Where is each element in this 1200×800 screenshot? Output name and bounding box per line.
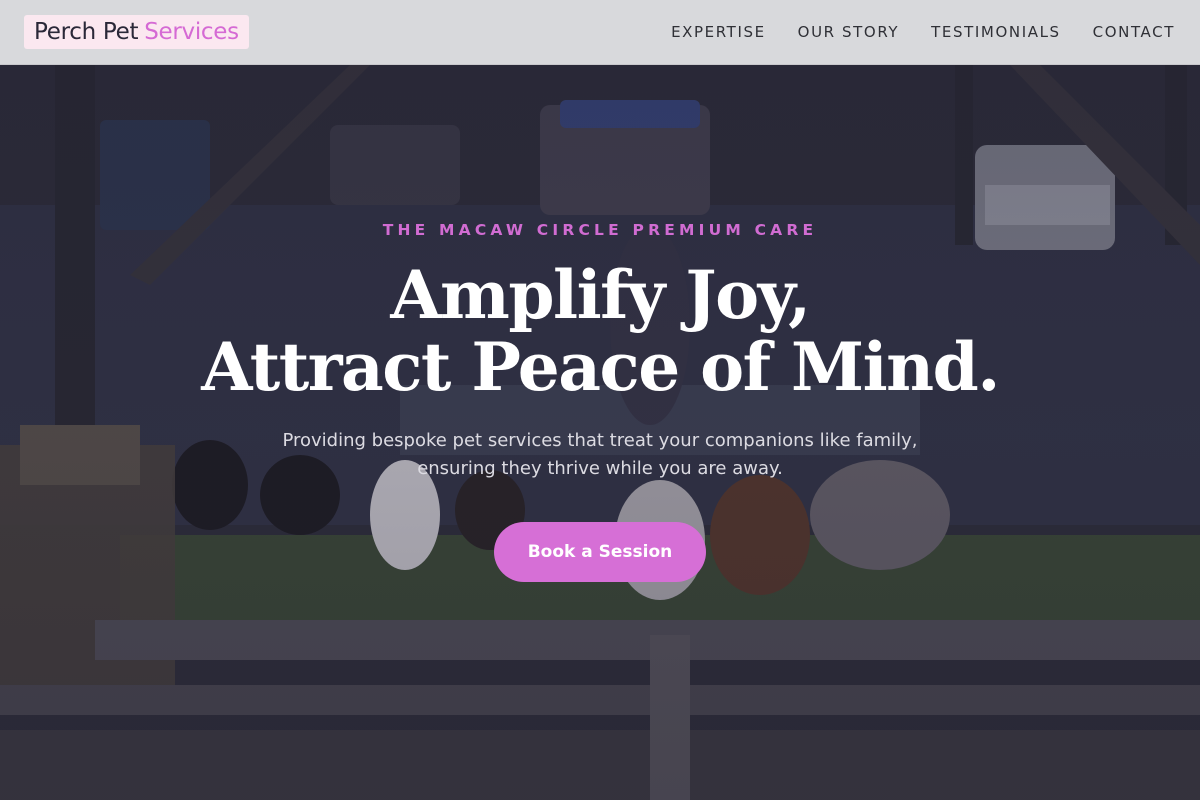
nav-link-our-story[interactable]: OUR STORY — [798, 23, 900, 41]
hero-headline: Amplify Joy, Attract Peace of Mind. — [0, 259, 1200, 403]
hero-headline-line1: Amplify Joy, — [390, 256, 811, 334]
hero-eyebrow: THE MACAW CIRCLE PREMIUM CARE — [382, 221, 818, 239]
site-logo[interactable]: Perch Pet Services — [24, 15, 249, 49]
top-navbar: Perch Pet Services EXPERTISE OUR STORY T… — [0, 0, 1200, 65]
hero-subtitle-line1: Providing bespoke pet services that trea… — [282, 430, 918, 451]
logo-text-primary: Perch Pet — [34, 19, 139, 45]
logo-text-accent: Services — [144, 19, 239, 45]
hero-subtitle: Providing bespoke pet services that trea… — [250, 427, 950, 483]
nav-link-expertise[interactable]: EXPERTISE — [671, 23, 766, 41]
hero-content: THE MACAW CIRCLE PREMIUM CARE Amplify Jo… — [0, 65, 1200, 800]
nav-link-contact[interactable]: CONTACT — [1093, 23, 1175, 41]
book-session-button[interactable]: Book a Session — [494, 522, 706, 582]
hero-subtitle-line2: ensuring they thrive while you are away. — [417, 458, 783, 479]
nav-link-testimonials[interactable]: TESTIMONIALS — [931, 23, 1060, 41]
nav-links: EXPERTISE OUR STORY TESTIMONIALS CONTACT — [671, 23, 1176, 41]
hero-headline-line2: Attract Peace of Mind. — [201, 328, 1000, 406]
